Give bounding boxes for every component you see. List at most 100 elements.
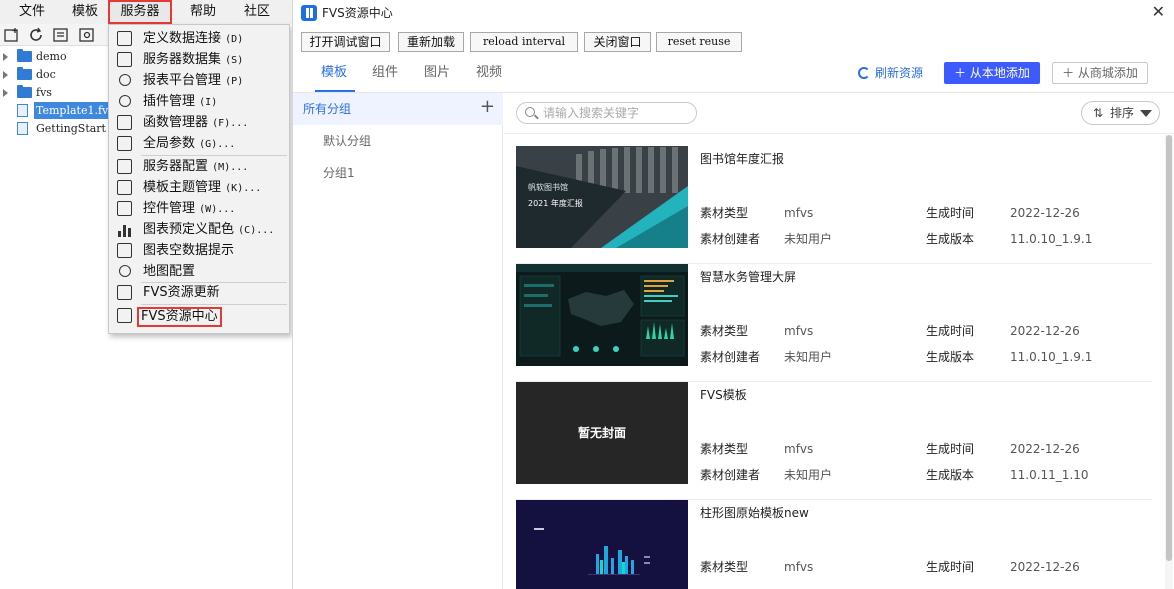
menu-item-label: 地图配置 [143, 264, 196, 279]
sort-label: 排序 [1110, 106, 1135, 120]
menu-item-map-config[interactable]: 地图配置 [109, 261, 289, 282]
reload-interval-button[interactable]: reload interval [470, 32, 578, 52]
menu-item-fvs-update[interactable]: FVS资源更新 [109, 282, 289, 303]
meta-value-time: 2022-12-26 [1010, 442, 1080, 456]
widget-icon [117, 201, 132, 216]
file-icon [17, 104, 28, 117]
refresh-resources-link[interactable]: 刷新资源 [858, 63, 923, 83]
tree-item-label: Template1.fv [34, 102, 108, 119]
active-tab-indicator [315, 90, 355, 92]
menu-item-server-config[interactable]: 服务器配置 (M)... [109, 156, 289, 177]
folder-icon [17, 85, 32, 98]
menu-item-label: FVS资源中心 [141, 309, 218, 324]
tab-template[interactable]: 模板 [321, 63, 347, 83]
card-thumbnail[interactable] [516, 264, 688, 366]
tree-item-template1[interactable]: Template1.fv [0, 102, 108, 119]
card-thumbnail[interactable]: 暂无封面 [516, 382, 688, 484]
menu-item-fvs-resource-center[interactable]: FVS资源中心 [109, 305, 289, 327]
meta-label-creator: 素材创建者 [700, 468, 761, 482]
meta-label-time: 生成时间 [926, 442, 975, 456]
sort-dropdown[interactable]: ⇅ 排序 [1081, 101, 1160, 125]
resource-card[interactable]: 帆软图书馆 2021 年度汇报 图书馆年度汇报 素材类型 mfvs 生成时间 2… [516, 146, 1152, 264]
group-item-default[interactable]: 默认分组 [323, 131, 371, 151]
meta-value-creator: 未知用户 [784, 232, 833, 246]
menu-item-define-connection[interactable]: 定义数据连接 (D) [109, 28, 289, 49]
reset-reuse-button[interactable]: reset reuse [656, 32, 742, 52]
plugin-icon [119, 95, 131, 107]
expand-arrow-icon[interactable] [3, 89, 8, 97]
menu-item-hotkey: (S) [225, 55, 244, 66]
close-icon[interactable]: ✕ [1152, 4, 1165, 20]
add-from-market-button[interactable]: ＋ 从商城添加 [1052, 62, 1148, 84]
chevron-down-icon [1140, 110, 1152, 117]
water-dashboard-cover-image [516, 264, 688, 366]
menu-item-label: 报表平台管理 [143, 73, 222, 88]
scrollbar-thumb[interactable] [1166, 135, 1172, 561]
open-debug-window-button[interactable]: 打开调试窗口 [301, 32, 390, 52]
expand-arrow-icon[interactable] [3, 53, 8, 61]
new-folder-icon[interactable] [3, 26, 21, 44]
refresh-icon[interactable] [27, 26, 45, 44]
menu-community[interactable]: 社区 [234, 0, 280, 24]
search-input[interactable] [543, 105, 693, 121]
card-thumbnail[interactable] [516, 500, 688, 589]
menu-server[interactable]: 服务器 [108, 0, 172, 24]
add-from-local-button[interactable]: ＋ 从本地添加 [944, 62, 1040, 84]
menu-item-hotkey: (I) [199, 97, 218, 108]
menu-item-hotkey: (D) [225, 34, 244, 45]
menu-item-server-dataset[interactable]: 服务器数据集 (S) [109, 49, 289, 70]
meta-label-time: 生成时间 [926, 324, 975, 338]
bar-chart-cover-image [516, 500, 688, 589]
meta-label-type: 素材类型 [700, 560, 749, 574]
menu-item-plugin-management[interactable]: 插件管理 (I) [109, 91, 289, 112]
card-thumbnail[interactable]: 帆软图书馆 2021 年度汇报 [516, 146, 688, 248]
tab-component[interactable]: 组件 [372, 63, 398, 83]
menu-item-function-manager[interactable]: 函数管理器 (F)... [109, 112, 289, 133]
template-view-icon[interactable] [52, 26, 70, 44]
group-all[interactable]: 所有分组 + [293, 93, 503, 125]
meta-value-type: mfvs [784, 206, 814, 220]
menu-item-platform-management[interactable]: 报表平台管理 (P) [109, 70, 289, 91]
scrollbar[interactable] [1165, 135, 1173, 589]
menu-file[interactable]: 文件 [10, 0, 54, 24]
menu-item-label: 图表预定义配色 [143, 222, 235, 237]
expand-arrow-icon[interactable] [3, 71, 8, 79]
tree-item-demo[interactable]: demo [0, 48, 108, 65]
menu-template[interactable]: 模板 [62, 0, 108, 24]
group-item-1[interactable]: 分组1 [323, 163, 355, 183]
resource-card[interactable]: 智慧水务管理大屏 素材类型 mfvs 生成时间 2022-12-26 素材创建者… [516, 264, 1152, 382]
resource-card[interactable]: 柱形图原始模板new 素材类型 mfvs 生成时间 2022-12-26 [516, 500, 1152, 589]
divider [504, 133, 1174, 134]
theme-shirt-icon [117, 180, 132, 195]
bar-chart-icon [117, 222, 132, 237]
tree-item-doc[interactable]: doc [0, 66, 108, 83]
function-icon [117, 115, 132, 130]
menubar: 文件 模板 服务器 帮助 社区 [0, 0, 292, 24]
tree-item-gettingstart[interactable]: GettingStart [0, 120, 108, 137]
close-window-button[interactable]: 关闭窗口 [584, 32, 651, 52]
menu-item-widget-management[interactable]: 控件管理 (W)... [109, 198, 289, 219]
menu-item-theme-management[interactable]: 模板主题管理 (K)... [109, 177, 289, 198]
search-box[interactable] [516, 102, 697, 124]
designer-canvas [0, 336, 108, 589]
resource-card[interactable]: 暂无封面 FVS模板 素材类型 mfvs 生成时间 2022-12-26 素材创… [516, 382, 1152, 500]
menu-item-chart-empty-hint[interactable]: 图表空数据提示 [109, 240, 289, 261]
menu-help[interactable]: 帮助 [180, 0, 226, 24]
add-group-icon[interactable]: + [480, 97, 495, 117]
menu-item-label: 控件管理 [143, 201, 196, 216]
menu-item-chart-colors[interactable]: 图表预定义配色 (C)... [109, 219, 289, 240]
resource-tabs: 模板 组件 图片 视频 刷新资源 ＋ 从本地添加 ＋ 从商城添加 [293, 56, 1174, 93]
settings-icon[interactable] [78, 26, 96, 44]
designer-toolbar [0, 24, 108, 46]
tree-item-fvs[interactable]: fvs [0, 84, 108, 101]
card-title: FVS模板 [700, 388, 747, 402]
meta-value-type: mfvs [784, 560, 814, 574]
resource-center-icon [117, 308, 132, 323]
empty-data-icon [117, 243, 132, 258]
tab-video[interactable]: 视频 [476, 63, 502, 83]
tab-image[interactable]: 图片 [424, 63, 450, 83]
menu-item-label: 图表空数据提示 [143, 243, 235, 258]
tree-item-label: doc [36, 68, 56, 81]
menu-item-global-params[interactable]: 全局参数 (G)... [109, 133, 289, 154]
reload-button[interactable]: 重新加载 [398, 32, 464, 52]
